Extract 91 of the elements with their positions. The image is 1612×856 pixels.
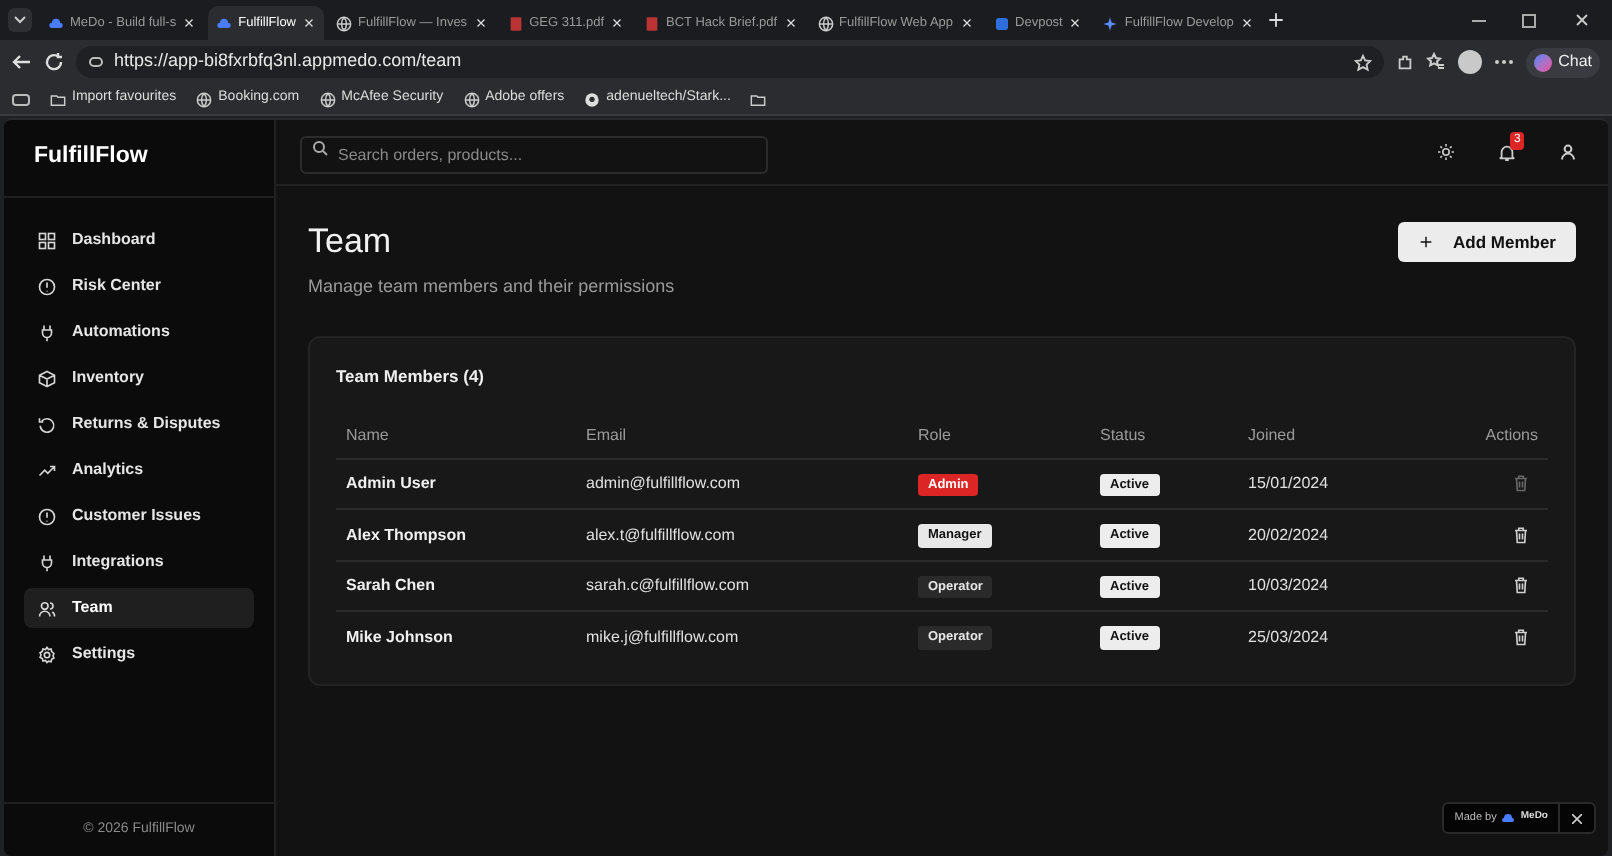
nav-item[interactable]: Analytics (24, 450, 254, 490)
more-icon[interactable] (1494, 58, 1515, 66)
reload-icon[interactable] (44, 52, 64, 72)
square-icon (993, 15, 1010, 31)
pdf-icon (644, 15, 661, 31)
brand-name: FulfillFlow (34, 142, 148, 173)
alert-circle-icon (38, 277, 56, 295)
joined-date: 20/02/2024 (1248, 525, 1329, 543)
user-icon[interactable] (1560, 144, 1576, 160)
member-name: Mike Johnson (346, 627, 453, 646)
search-icon (312, 139, 328, 155)
cloud-icon (48, 15, 64, 31)
column-header: Actions (1485, 426, 1538, 444)
search-field[interactable]: Search orders, products... (300, 136, 768, 174)
member-name: Sarah Chen (346, 576, 435, 594)
folder-icon (50, 91, 66, 107)
nav-item[interactable]: Settings (24, 634, 254, 674)
close-icon[interactable] (182, 16, 197, 30)
sparkle-icon (1102, 15, 1119, 31)
minimize-icon[interactable] (1472, 19, 1486, 21)
plug-icon (38, 323, 56, 341)
tab-list-button[interactable] (8, 8, 32, 32)
nav-item[interactable]: Team (24, 588, 254, 628)
nav-item[interactable]: Integrations (24, 542, 254, 582)
bell-icon[interactable] (1498, 143, 1516, 161)
trend-icon (38, 461, 56, 479)
close-icon[interactable] (473, 16, 488, 30)
toggle-icon[interactable] (12, 93, 30, 105)
close-icon[interactable] (1572, 10, 1592, 30)
close-icon[interactable] (1572, 813, 1582, 823)
sun-icon[interactable] (1438, 144, 1454, 160)
nav-item[interactable]: Risk Center (24, 266, 254, 306)
close-icon[interactable] (302, 16, 317, 30)
page-title: Team (308, 222, 394, 262)
chevron-down-icon (14, 16, 26, 24)
member-email: alex.t@fulfillflow.com (586, 525, 735, 543)
cloud-icon (216, 15, 233, 31)
joined-date: 25/03/2024 (1248, 627, 1329, 646)
extension-icon[interactable] (1396, 53, 1415, 71)
column-header: Role (918, 426, 951, 444)
globe-icon (319, 91, 336, 107)
close-icon[interactable] (1239, 16, 1254, 30)
globe-icon (817, 15, 834, 31)
nav-item[interactable]: Inventory (24, 358, 254, 398)
maximize-icon[interactable] (1522, 13, 1536, 27)
nav-item[interactable]: Customer Issues (24, 496, 254, 536)
lock-icon (88, 54, 104, 70)
plug-icon (38, 553, 56, 571)
cloud-logo-icon (1502, 814, 1515, 822)
globe-icon (196, 91, 213, 107)
member-email: mike.j@fulfillflow.com (586, 627, 739, 646)
nav-item[interactable]: Returns & Disputes (24, 404, 254, 444)
new-tab-icon[interactable] (1265, 10, 1286, 30)
page-subtitle: Manage team members and their permissions (308, 274, 675, 300)
close-icon[interactable] (783, 16, 798, 30)
column-header: Email (586, 426, 627, 444)
pdf-icon (507, 15, 524, 31)
close-icon[interactable] (610, 16, 625, 30)
globe-icon (463, 91, 480, 107)
joined-date: 10/03/2024 (1248, 576, 1329, 594)
url-text: https://app-bi8fxrbfq3nl.appmedo.com/team (114, 48, 464, 75)
close-icon[interactable] (959, 16, 974, 30)
favorites-icon[interactable] (1426, 52, 1447, 72)
plus-icon (1417, 234, 1434, 250)
nav-item[interactable]: Dashboard (24, 220, 254, 260)
back-icon[interactable] (12, 52, 32, 72)
column-header: Name (346, 426, 389, 444)
card-title: Team Members (4) (336, 363, 487, 389)
rotate-icon (38, 415, 56, 433)
member-email: admin@fulfillflow.com (586, 474, 741, 492)
add-member-button[interactable]: Add Member (1397, 222, 1576, 262)
member-email: sarah.c@fulfillflow.com (586, 576, 749, 594)
column-header: Status (1100, 426, 1146, 444)
address-bar[interactable]: https://app-bi8fxrbfq3nl.appmedo.com/team (76, 46, 1385, 78)
chat-button[interactable]: Chat (1526, 47, 1600, 77)
star-icon[interactable] (1354, 53, 1373, 71)
close-icon[interactable] (1068, 16, 1083, 30)
globe-icon (336, 15, 353, 31)
users-icon (38, 599, 56, 617)
joined-date: 15/01/2024 (1248, 474, 1329, 492)
box-icon (38, 369, 56, 387)
member-name: Admin User (346, 474, 436, 492)
gear-icon (38, 645, 56, 663)
grid-icon (38, 231, 56, 249)
member-name: Alex Thompson (346, 525, 467, 543)
folder-icon[interactable] (750, 91, 767, 107)
copilot-icon (1534, 53, 1553, 71)
nav-item[interactable]: Automations (24, 312, 254, 352)
profile-avatar[interactable] (1458, 50, 1483, 74)
alert-circle-icon (38, 507, 56, 525)
column-header: Joined (1248, 426, 1296, 444)
